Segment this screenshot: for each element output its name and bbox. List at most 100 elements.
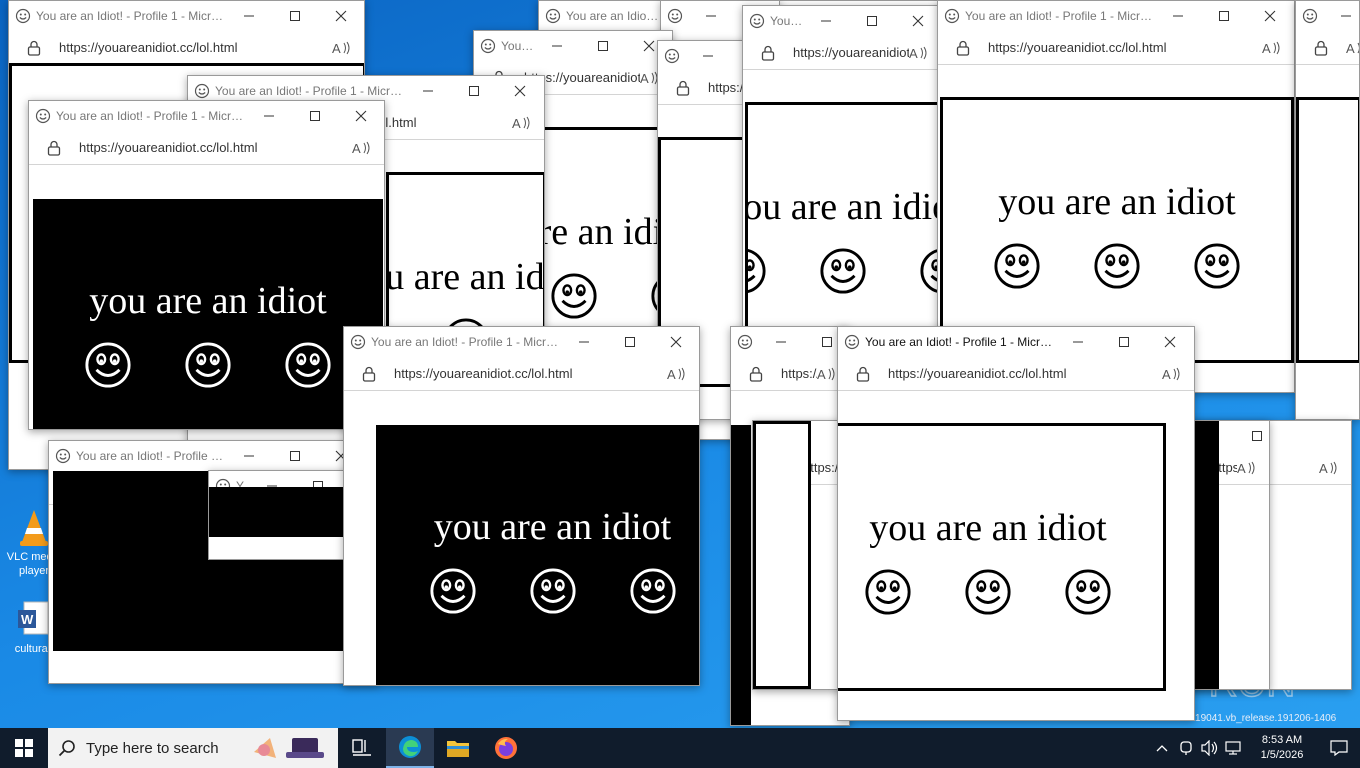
minimize-button[interactable] [688,1,734,31]
smiley-row [84,341,332,389]
window-titlebar[interactable]: You are an Idiot! - Profile 1 - Microsof… [29,101,384,131]
close-button[interactable] [1147,327,1193,357]
edge-popup-window[interactable]: You are an Idiot! - Profile 1 - Microsof… [28,100,385,430]
close-icon [643,40,655,52]
read-aloud-icon[interactable] [1162,366,1182,382]
maximize-button[interactable] [272,1,318,31]
window-titlebar[interactable]: You are an Idiot! - Profile 1 - Microsof… [743,6,941,36]
maximize-icon [624,336,636,348]
task-view-icon [352,739,371,756]
taskbar-file-explorer[interactable] [434,728,482,768]
taskbar-edge[interactable] [386,728,434,768]
address-url: https://youareanidiot.cc/lol.html [781,366,817,381]
read-aloud-icon[interactable] [909,45,929,61]
close-button[interactable] [895,6,941,36]
edge-popup-window[interactable]: You are an Idiot! - Profile 1 - Microsof… [343,326,700,686]
read-aloud-icon[interactable] [512,115,532,131]
tray-network[interactable] [1222,728,1246,768]
smiley-row [745,247,941,295]
window-titlebar[interactable]: You are an Idiot! - Profile 1 - Microsof… [344,327,699,357]
maximize-button[interactable] [292,101,338,131]
windows-logo-icon [15,739,33,757]
smiley-favicon-icon [545,8,561,24]
address-bar[interactable]: https://youareanidiot.cc/lol.html [344,357,699,391]
window-titlebar[interactable]: You are an Idiot! - Profile 1 - Microsof… [731,327,849,357]
edge-popup-window[interactable]: You are an Idiot! - Profile 1 - Microsof… [837,326,1195,721]
smiley-face-icon [964,568,1012,616]
address-bar[interactable]: https://youareanidiot.cc/lol.html [1296,31,1359,65]
smiley-favicon-icon [667,8,683,24]
close-button[interactable] [338,101,384,131]
minimize-button[interactable] [803,6,849,36]
smiley-face-icon [184,341,232,389]
window-titlebar[interactable]: You are an Idiot! - Profile 1 - Microsof… [938,1,1294,31]
taskbar-task-view[interactable] [338,728,386,768]
read-aloud-icon[interactable] [1319,460,1339,476]
maximize-icon [1251,430,1263,442]
idiot-panel: you are an idiot [940,97,1294,363]
close-button[interactable] [1247,1,1293,31]
window-titlebar[interactable]: You are an Idiot! - Profile 1 - Microsof… [1296,1,1359,31]
minimize-button[interactable] [1155,1,1201,31]
maximize-button[interactable] [849,6,895,36]
taskbar-firefox[interactable] [482,728,530,768]
read-aloud-icon[interactable] [332,40,352,56]
address-bar[interactable]: https://youareanidiot.cc/lol.html [938,31,1294,65]
window-titlebar[interactable]: You are an Idiot! - Profile 1 - Microsof… [49,441,377,471]
tray-volume[interactable] [1198,728,1222,768]
minimize-button[interactable] [1323,1,1360,31]
read-aloud-icon[interactable] [352,140,372,156]
window-titlebar[interactable]: You are an Idiot! - Profile 1 - Microsof… [838,327,1194,357]
action-center-button[interactable] [1318,728,1360,768]
close-button[interactable] [318,1,364,31]
minimize-icon [705,10,717,22]
minimize-icon [1340,10,1352,22]
address-bar[interactable]: https://youareanidiot.cc/lol.html [9,31,364,65]
maximize-button[interactable] [1101,327,1147,357]
lock-icon [749,366,763,382]
window-titlebar[interactable]: You are an Idiot! - Profile 1 - Microsof… [474,31,672,61]
lock-icon [761,45,775,61]
lock-icon [856,366,870,382]
close-icon [514,85,526,97]
tray-hardware[interactable] [1174,728,1198,768]
minimize-button[interactable] [758,327,804,357]
read-aloud-icon[interactable] [667,366,687,382]
maximize-button[interactable] [607,327,653,357]
smiley-favicon-icon [55,448,71,464]
smiley-favicon-icon [664,48,680,64]
address-bar[interactable]: https://youareanidiot.cc/lol.html [838,357,1194,391]
window-titlebar[interactable]: You are an Idiot! - Profile 1 - Microsof… [9,1,364,31]
maximize-button[interactable] [1201,1,1247,31]
address-bar[interactable]: https://youareanidiot.cc/lol.html [29,131,384,165]
chevron-up-icon [1156,745,1168,752]
read-aloud-icon[interactable] [1346,40,1360,56]
tray-overflow[interactable] [1150,728,1174,768]
maximize-button[interactable] [1234,421,1270,451]
idiot-message: you are an idiot [386,256,545,298]
minimize-button[interactable] [534,31,580,61]
taskbar-search-box[interactable]: Type here to search [48,728,338,768]
read-aloud-icon[interactable] [1262,40,1282,56]
minimize-button[interactable] [1055,327,1101,357]
minimize-button[interactable] [226,441,272,471]
idiot-panel: you are an idiot [33,199,383,429]
close-icon [1264,10,1276,22]
close-button[interactable] [497,76,543,106]
read-aloud-icon[interactable] [1237,460,1257,476]
minimize-button[interactable] [226,1,272,31]
taskbar-clock[interactable]: 8:53 AM 1/5/2026 [1246,733,1318,763]
address-bar[interactable]: https://youareanidiot.cc/lol.html [743,36,941,70]
minimize-button[interactable] [405,76,451,106]
start-button[interactable] [0,728,48,768]
maximize-button[interactable] [451,76,497,106]
edge-popup-window[interactable]: You are an Idiot! - Profile 1 - Microsof… [1295,0,1360,420]
maximize-button[interactable] [272,441,318,471]
minimize-button[interactable] [561,327,607,357]
read-aloud-icon[interactable] [817,366,837,382]
close-button[interactable] [653,327,699,357]
maximize-button[interactable] [580,31,626,61]
minimize-button[interactable] [246,101,292,131]
address-bar[interactable]: https://youareanidiot.cc/lol.html [731,357,849,391]
minimize-button[interactable] [685,41,731,71]
